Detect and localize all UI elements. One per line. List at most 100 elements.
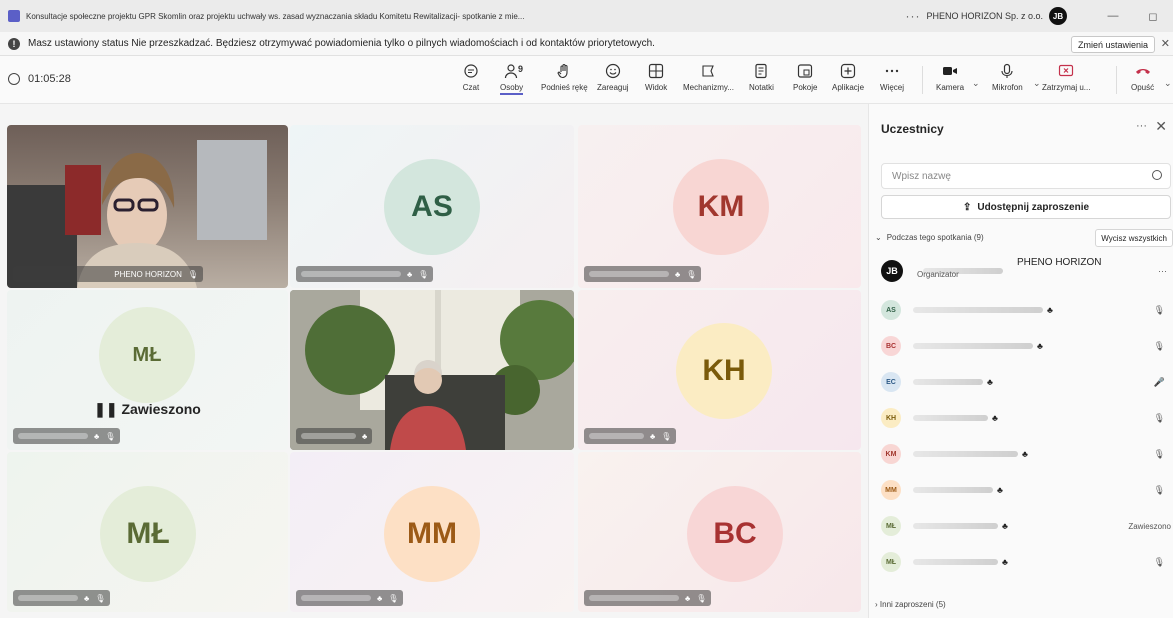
- section-header[interactable]: ⌄ Podczas tego spotkania (9): [875, 233, 984, 242]
- video-tile-pheno[interactable]: PHENO HORIZON 🎙: [7, 125, 288, 288]
- video-tile-kh[interactable]: KH ♣ 🎙: [578, 290, 861, 450]
- presenter-icon: ♣: [1022, 449, 1028, 459]
- react-label: Zareaguj: [597, 83, 629, 92]
- minimize-button[interactable]: —: [1093, 10, 1133, 22]
- video-name-tag: ♣ 🎙: [296, 266, 434, 282]
- participant-row[interactable]: KH ♣ 🎙: [881, 408, 1171, 428]
- mic-off-icon: 🎙: [696, 593, 707, 603]
- other-invited-section[interactable]: › Inni zaproszeni (5): [875, 600, 946, 609]
- meeting-timer: 01:05:28: [8, 73, 71, 85]
- suspended-status: ❚❚ Zawieszono: [94, 401, 201, 417]
- microphone-icon: [998, 62, 1016, 80]
- camera-button[interactable]: Kamera: [936, 62, 964, 92]
- ellipsis-icon: [883, 62, 901, 80]
- share-invite-button[interactable]: ⇪ Udostępnij zaproszenie: [881, 195, 1171, 219]
- avatar: MM: [384, 486, 480, 582]
- avatar[interactable]: JB: [1049, 7, 1067, 25]
- blurred-name: [301, 433, 356, 439]
- leave-button[interactable]: Opuść: [1131, 62, 1154, 92]
- participant-row[interactable]: EC ♣ 🎤: [881, 372, 1171, 392]
- close-icon[interactable]: ✕: [1155, 118, 1167, 135]
- participant-name: PHENO HORIZON: [114, 269, 182, 279]
- organizer-role: Organizator: [917, 270, 959, 279]
- mic-button[interactable]: Mikrofon: [992, 62, 1023, 92]
- rooms-icon: [796, 62, 814, 80]
- chevron-down-icon[interactable]: ⌄: [1164, 78, 1172, 89]
- avatar: MM: [881, 480, 901, 500]
- video-tile-bc[interactable]: BC ♣ 🎙: [578, 452, 861, 612]
- avatar: BC: [881, 336, 901, 356]
- other-invited-label: Inni zaproszeni (5): [879, 600, 946, 609]
- status-banner: ! Masz ustawiony status Nie przeszkadzać…: [0, 32, 1173, 56]
- participant-row[interactable]: BC ♣ 🎙: [881, 336, 1171, 356]
- video-tile-as[interactable]: AS ♣ 🎙: [290, 125, 574, 288]
- more-icon[interactable]: ···: [905, 9, 920, 23]
- chevron-down-icon[interactable]: ⌄: [972, 78, 980, 89]
- mechanisms-button[interactable]: Mechanizmy...: [683, 62, 734, 92]
- presenter-icon: ♣: [1047, 305, 1053, 315]
- raise-hand-button[interactable]: Podnieś rękę: [541, 62, 588, 92]
- chevron-down-icon[interactable]: ⌄: [1033, 78, 1041, 89]
- timer-value: 01:05:28: [28, 73, 71, 85]
- banner-text: Masz ustawiony status Nie przeszkadzać. …: [28, 38, 655, 49]
- restore-button[interactable]: ◻: [1133, 10, 1173, 23]
- divider: [922, 66, 923, 94]
- stop-sharing-button[interactable]: Zatrzymaj u...: [1042, 62, 1090, 92]
- divider: [1116, 66, 1117, 94]
- view-button[interactable]: Widok: [645, 62, 667, 92]
- more-label: Więcej: [880, 83, 905, 92]
- blurred-name: [913, 415, 988, 421]
- people-button[interactable]: 9 Osoby: [500, 62, 524, 95]
- more-icon[interactable]: ···: [1158, 266, 1167, 276]
- video-name-tag: ♣: [296, 428, 373, 444]
- apps-button[interactable]: Aplikacje: [832, 62, 864, 92]
- blurred-name: [913, 343, 1033, 349]
- mic-off-icon: 🎙: [105, 431, 116, 441]
- mic-off-icon: 🎙: [686, 269, 697, 279]
- video-feed: [290, 290, 574, 450]
- participant-row[interactable]: AS ♣ 🎙: [881, 300, 1171, 320]
- chat-button[interactable]: Czat: [462, 62, 480, 92]
- video-name-tag: ♣ 🎙: [584, 428, 677, 444]
- video-tile-camera[interactable]: ♣: [290, 290, 574, 450]
- video-tile-ml-suspended[interactable]: MŁ ❚❚ Zawieszono ♣ 🎙: [7, 290, 288, 450]
- avatar: AS: [384, 159, 480, 255]
- participant-row[interactable]: MŁ ♣ Zawieszono: [881, 516, 1171, 536]
- presenter-icon: ♣: [1002, 557, 1008, 567]
- video-tile-mm[interactable]: MM ♣ 🎙: [290, 452, 574, 612]
- presenter-icon: ♣: [94, 431, 100, 441]
- mic-off-icon: 🎙: [187, 269, 198, 279]
- participant-row[interactable]: MŁ ♣ 🎙: [881, 552, 1171, 572]
- notes-icon: [752, 62, 770, 80]
- blurred-name: [589, 433, 644, 439]
- notes-label: Notatki: [749, 83, 774, 92]
- chevron-down-icon: ⌄: [875, 233, 882, 242]
- presenter-icon: ♣: [650, 431, 656, 441]
- rooms-button[interactable]: Pokoje: [793, 62, 817, 92]
- more-button[interactable]: Więcej: [880, 62, 904, 92]
- more-icon[interactable]: ···: [1136, 120, 1147, 132]
- panel-title: Uczestnicy: [881, 122, 944, 136]
- presenter-icon: ♣: [675, 269, 681, 279]
- share-icon: ⇪: [962, 201, 972, 213]
- avatar: MŁ: [100, 486, 196, 582]
- mute-all-button[interactable]: Wycisz wszystkich: [1095, 229, 1173, 247]
- close-icon[interactable]: ✕: [1161, 37, 1170, 50]
- presenter-icon: ♣: [407, 269, 413, 279]
- participant-row[interactable]: KM ♣ 🎙: [881, 444, 1171, 464]
- leave-label: Opuść: [1131, 83, 1155, 92]
- video-tile-ml[interactable]: MŁ ♣ 🎙: [7, 452, 288, 612]
- meeting-toolbar: 01:05:28 Czat 9 Osoby Podnieś rękę Zarea…: [0, 56, 1173, 104]
- search-input[interactable]: Wpisz nazwę: [881, 163, 1171, 189]
- organizer-name: PHENO HORIZON: [1017, 257, 1102, 268]
- video-tile-km[interactable]: KM ♣ 🎙: [578, 125, 861, 288]
- avatar: MŁ: [881, 516, 901, 536]
- react-button[interactable]: Zareaguj: [597, 62, 629, 92]
- participant-organizer[interactable]: JB PHENO HORIZON Organizator ···: [881, 257, 1171, 285]
- presenter-icon: ♣: [992, 413, 998, 423]
- participant-row[interactable]: MM ♣ 🎙: [881, 480, 1171, 500]
- change-settings-button[interactable]: Zmień ustawienia: [1070, 36, 1155, 53]
- mechanisms-label: Mechanizmy...: [683, 83, 734, 92]
- notes-button[interactable]: Notatki: [749, 62, 774, 92]
- microphone-icon: 🎤: [1153, 376, 1165, 387]
